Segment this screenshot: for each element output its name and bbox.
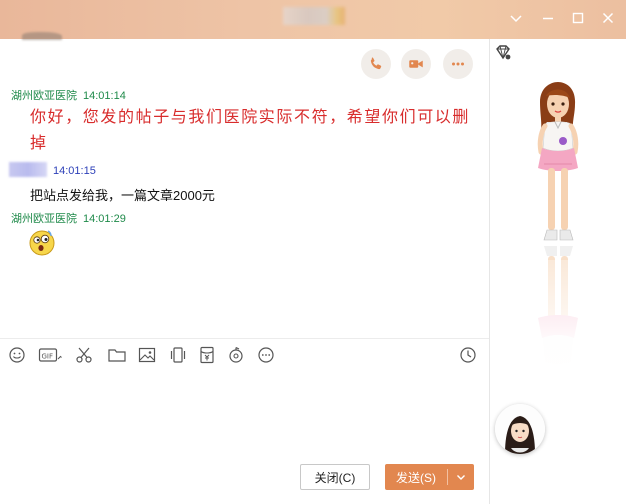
more-icon — [452, 62, 464, 66]
shake-window-icon[interactable] — [168, 345, 188, 365]
message-text: 你好，您发的帖子与我们医院实际不符，希望你们可以删掉 — [30, 107, 471, 152]
phone-call-button[interactable] — [361, 49, 391, 79]
message-header: 湖州欧亚医院 14:01:14 — [11, 87, 126, 103]
show-avatar-figure — [522, 82, 592, 390]
figure — [537, 82, 579, 241]
message-header: 湖州欧亚医院 14:01:29 — [11, 210, 126, 226]
phone-icon — [370, 57, 382, 70]
message-input[interactable] — [0, 370, 489, 460]
close-button[interactable]: 关闭(C) — [300, 464, 370, 490]
music-icon[interactable] — [226, 345, 246, 365]
history-clock-icon[interactable] — [458, 345, 478, 365]
more-tools-icon[interactable] — [256, 345, 276, 365]
title-bar — [0, 0, 626, 40]
more-options-button[interactable] — [443, 49, 473, 79]
sender-name: 湖州欧亚医院 — [11, 90, 77, 102]
send-button-label: 发送(S) — [396, 470, 436, 485]
user-avatar-image — [495, 404, 545, 454]
avatar[interactable] — [495, 404, 545, 454]
maximize-icon[interactable] — [570, 10, 586, 26]
close-icon[interactable] — [600, 10, 616, 26]
message-time: 14:01:15 — [53, 165, 96, 177]
video-call-button[interactable] — [401, 49, 431, 79]
chevron-down-icon[interactable] — [448, 471, 474, 483]
folder-icon[interactable] — [107, 345, 127, 365]
minimize-icon[interactable] — [540, 10, 556, 26]
blurred-sender-name — [9, 162, 47, 177]
message-time: 14:01:29 — [83, 213, 126, 225]
video-icon — [409, 60, 423, 68]
blurred-window-title — [283, 7, 345, 25]
gif-icon[interactable]: GIF — [38, 345, 62, 365]
scissors-icon[interactable] — [74, 345, 94, 365]
toolbar-divider — [0, 338, 489, 339]
surprised-face-icon — [29, 230, 55, 256]
red-packet-icon[interactable] — [197, 345, 217, 365]
send-button[interactable]: 发送(S) — [385, 464, 474, 490]
sender-name: 湖州欧亚医院 — [11, 213, 77, 225]
diamond-icon[interactable] — [494, 43, 512, 61]
message-time: 14:01:14 — [83, 90, 126, 102]
image-icon[interactable] — [137, 345, 157, 365]
side-panel-divider — [489, 39, 490, 504]
message-text: 把站点发给我，一篇文章2000元 — [30, 188, 215, 203]
svg-text:GIF: GIF — [42, 353, 54, 361]
emoji-icon[interactable] — [7, 345, 27, 365]
message-header: 14:01:15 — [9, 162, 96, 177]
chevron-down-icon[interactable] — [508, 10, 524, 26]
